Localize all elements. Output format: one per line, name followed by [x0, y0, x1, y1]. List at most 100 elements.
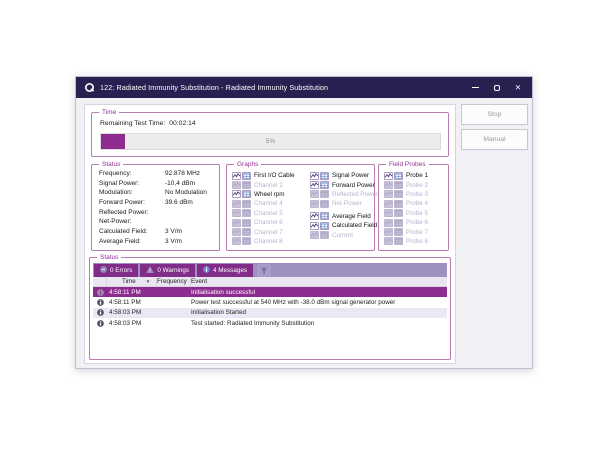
log-row[interactable]: 4:58:11 PMInitialisation successful [93, 287, 447, 297]
channel-label: Net-Power [332, 200, 362, 207]
log-tabstrip: 0 Errors 0 Warnings 4 Messages [93, 263, 447, 277]
line-chart-toggle-icon[interactable] [384, 172, 393, 180]
line-chart-toggle-icon[interactable] [310, 212, 319, 220]
table-view-toggle-icon[interactable] [320, 222, 329, 230]
header-time-column[interactable]: Time ▼ [107, 277, 157, 286]
channel-row: Channel 6 [232, 218, 295, 227]
channel-row: Probe 8 [384, 237, 428, 246]
table-view-toggle-icon[interactable] [242, 219, 251, 227]
line-chart-toggle-icon[interactable] [232, 237, 241, 245]
line-chart-toggle-icon[interactable] [232, 228, 241, 236]
line-chart-toggle-icon[interactable] [310, 222, 319, 230]
table-view-toggle-icon[interactable] [394, 209, 403, 217]
window-title: 122: Radiated Immunity Substitution - Ra… [100, 83, 472, 92]
channel-row: Calculated Field [310, 221, 378, 230]
line-chart-toggle-icon[interactable] [232, 200, 241, 208]
minimize-button[interactable] [472, 87, 479, 89]
status-field-value: 3 V/m [165, 238, 182, 245]
header-time-label: Time [122, 278, 136, 285]
line-chart-toggle-icon[interactable] [384, 237, 393, 245]
channel-label: Probe 2 [406, 182, 428, 189]
channel-label: First I/O Cable [254, 172, 295, 179]
table-view-toggle-icon[interactable] [320, 212, 329, 220]
table-view-toggle-icon[interactable] [394, 219, 403, 227]
channel-row: Current [310, 230, 378, 239]
channel-row: Channel 2 [232, 180, 295, 189]
table-view-toggle-icon[interactable] [320, 200, 329, 208]
table-view-toggle-icon[interactable] [320, 181, 329, 189]
stop-button[interactable]: Stop [461, 104, 528, 125]
line-chart-toggle-icon[interactable] [384, 181, 393, 189]
table-view-toggle-icon[interactable] [242, 200, 251, 208]
log-tab-warnings[interactable]: 0 Warnings [140, 264, 195, 277]
log-row-event: Power test successful at 540 MHz with -3… [191, 299, 447, 306]
manual-button[interactable]: Manual [461, 129, 528, 150]
table-view-toggle-icon[interactable] [242, 172, 251, 180]
channel-row: Signal Power [310, 171, 378, 180]
log-tab-messages[interactable]: 4 Messages [197, 264, 253, 277]
table-view-toggle-icon[interactable] [394, 172, 403, 180]
line-chart-toggle-icon[interactable] [310, 181, 319, 189]
warning-icon [146, 266, 154, 275]
log-row[interactable]: 4:58:11 PMPower test successful at 540 M… [93, 297, 447, 307]
channel-label: Channel 8 [254, 238, 283, 245]
line-chart-toggle-icon[interactable] [310, 172, 319, 180]
status-field-row: Forward Power:39.6 dBm [92, 199, 219, 209]
line-chart-toggle-icon[interactable] [384, 200, 393, 208]
time-group: Time Remaining Test Time:00:02:14 5% [91, 112, 449, 157]
line-chart-toggle-icon[interactable] [232, 209, 241, 217]
log-row[interactable]: 4:58:03 PMInitialisation Started [93, 308, 447, 318]
status-field-label: Net-Power: [99, 218, 132, 225]
line-chart-toggle-icon[interactable] [232, 172, 241, 180]
table-view-toggle-icon[interactable] [394, 228, 403, 236]
log-tab-errors[interactable]: 0 Errors [94, 264, 138, 277]
table-view-toggle-icon[interactable] [242, 181, 251, 189]
line-chart-toggle-icon[interactable] [232, 181, 241, 189]
channel-label: Probe 6 [406, 219, 428, 226]
status-group-label: Status [99, 160, 123, 169]
line-chart-toggle-icon[interactable] [310, 200, 319, 208]
line-chart-toggle-icon[interactable] [310, 190, 319, 198]
log-row[interactable]: 4:58:03 PMTest started: Radiated Immunit… [93, 318, 447, 328]
channel-label: Current [332, 232, 353, 239]
table-view-toggle-icon[interactable] [242, 209, 251, 217]
maximize-button[interactable] [494, 85, 500, 91]
table-view-toggle-icon[interactable] [394, 237, 403, 245]
table-view-toggle-icon[interactable] [394, 181, 403, 189]
header-event-column[interactable]: Event [191, 277, 447, 286]
line-chart-toggle-icon[interactable] [384, 209, 393, 217]
titlebar[interactable]: 122: Radiated Immunity Substitution - Ra… [76, 77, 532, 98]
table-view-toggle-icon[interactable] [320, 190, 329, 198]
channel-label: Channel 5 [254, 210, 283, 217]
desktop: 122: Radiated Immunity Substitution - Ra… [0, 0, 610, 450]
window-client: Time Remaining Test Time:00:02:14 5% Sta… [76, 98, 532, 370]
channel-label: Forward Power [332, 182, 375, 189]
table-view-toggle-icon[interactable] [320, 172, 329, 180]
filter-button[interactable] [257, 264, 271, 277]
log-status-group: Status 0 Errors0 Warnings4 Messages Time… [89, 257, 451, 360]
close-button[interactable]: ✕ [515, 84, 521, 91]
table-view-toggle-icon[interactable] [242, 190, 251, 198]
line-chart-toggle-icon[interactable] [384, 190, 393, 198]
header-event-label: Event [191, 278, 207, 285]
log-tab-label: 0 Warnings [157, 267, 189, 274]
status-field-row: Signal Power:-10,4 dBm [92, 180, 219, 190]
header-frequency-column[interactable]: Frequency [157, 277, 191, 286]
channel-label: Probe 8 [406, 238, 428, 245]
table-view-toggle-icon[interactable] [394, 200, 403, 208]
header-icon-column [93, 277, 107, 286]
line-chart-toggle-icon[interactable] [232, 219, 241, 227]
status-field-label: Reflected Power: [99, 209, 149, 216]
line-chart-toggle-icon[interactable] [232, 190, 241, 198]
sort-descending-icon[interactable]: ▼ [146, 279, 150, 284]
line-chart-toggle-icon[interactable] [384, 219, 393, 227]
channel-label: Signal Power [332, 172, 369, 179]
table-view-toggle-icon[interactable] [242, 228, 251, 236]
status-field-label: Forward Power: [99, 199, 145, 206]
table-view-toggle-icon[interactable] [242, 237, 251, 245]
app-icon [84, 82, 95, 93]
table-view-toggle-icon[interactable] [320, 231, 329, 239]
line-chart-toggle-icon[interactable] [310, 231, 319, 239]
table-view-toggle-icon[interactable] [394, 190, 403, 198]
line-chart-toggle-icon[interactable] [384, 228, 393, 236]
